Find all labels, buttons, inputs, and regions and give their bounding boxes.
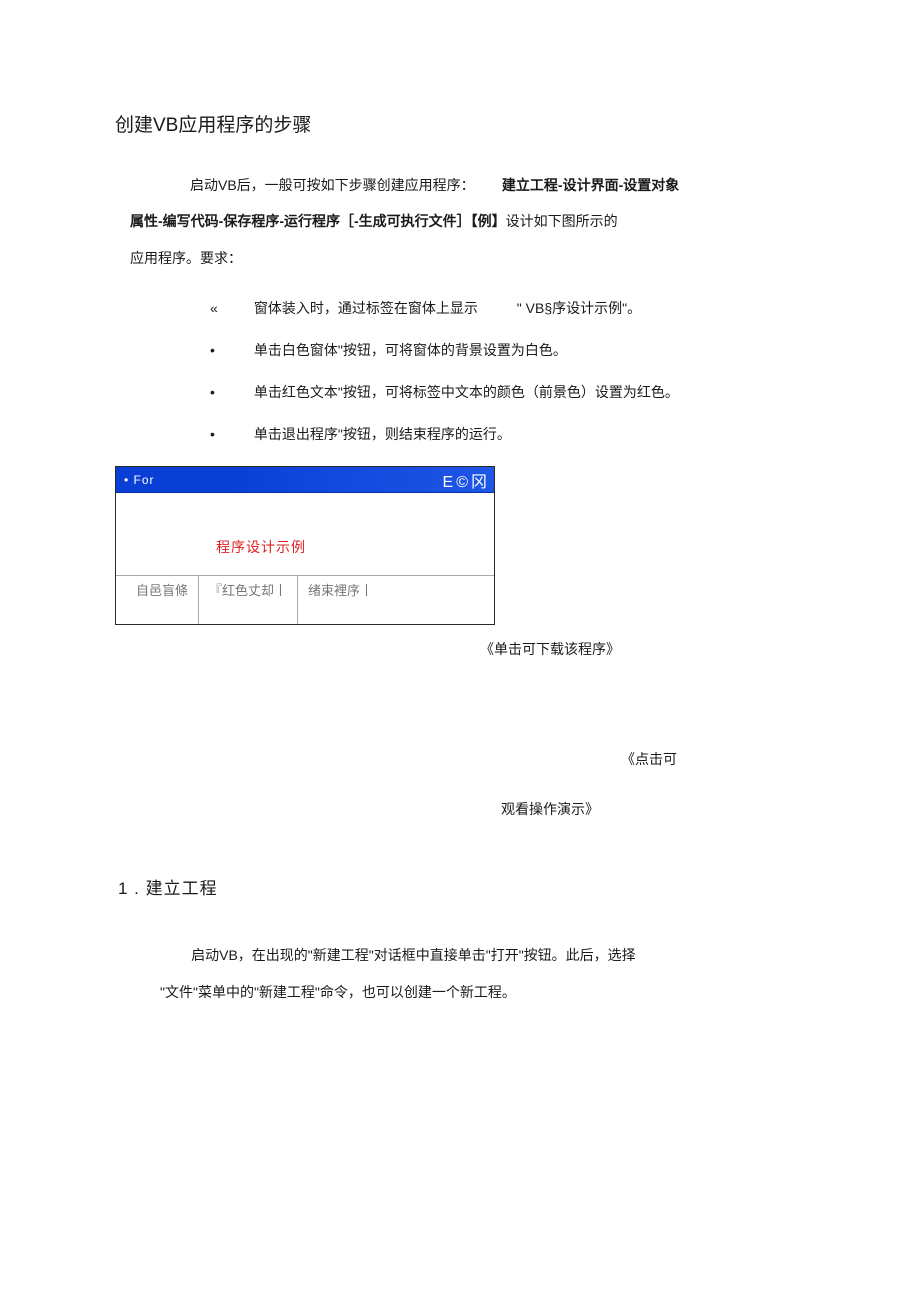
- app-window: • For E©冈 程序设计示例 自邑盲條 『红色丈却丨 绪束裡序丨: [115, 466, 495, 625]
- intro-text-2a: 属性-编写代码-保存程序-运行程序［-生成可执行文件］【例】: [130, 213, 506, 229]
- bullet-text-1b: " VB§序设计示例"。: [517, 300, 641, 316]
- window-label: 程序设计示例: [216, 537, 306, 557]
- bullet-item-2: • 单击白色窗体"按钮，可将窗体的背景设置为白色。: [115, 340, 805, 360]
- demo-link-line1[interactable]: 《点击可: [115, 749, 805, 769]
- download-link[interactable]: 《单击可下载该程序》: [115, 639, 805, 659]
- red-text-button[interactable]: 『红色丈却丨: [199, 576, 298, 624]
- exit-button[interactable]: 绪束裡序丨: [298, 576, 383, 624]
- bullet-mark: «: [210, 300, 250, 316]
- intro-text-1b: 建立工程-设计界面-设置对象: [502, 177, 679, 193]
- intro-paragraph: 启动VB后，一般可按如下步骤创建应用程序： 建立工程-设计界面-设置对象 属性-…: [115, 167, 805, 276]
- window-client-area: 程序设计示例: [116, 493, 494, 575]
- bullet-text-4: 单击退出程序"按钮，则结束程序的运行。: [254, 426, 511, 442]
- bullet-mark: •: [210, 384, 250, 400]
- window-titlebar: • For E©冈: [116, 467, 494, 493]
- bullet-item-1: « 窗体装入时，通过标签在窗体上显示 " VB§序设计示例"。: [115, 298, 805, 318]
- bullet-mark: •: [210, 426, 250, 442]
- bullet-list: « 窗体装入时，通过标签在窗体上显示 " VB§序设计示例"。 • 单击白色窗体…: [115, 298, 805, 444]
- intro-text-1a: 启动VB后，一般可按如下步骤创建应用程序：: [190, 177, 475, 193]
- demo-link-line2[interactable]: 观看操作演示》: [115, 799, 805, 819]
- bullet-text-3: 单击红色文本"按钮，可将标签中文本的颜色（前景色）设置为红色。: [254, 384, 679, 400]
- window-button-row: 自邑盲條 『红色丈却丨 绪束裡序丨: [116, 575, 494, 624]
- document-page: 创建VB应用程序的步骤 启动VB后，一般可按如下步骤创建应用程序： 建立工程-设…: [0, 0, 920, 1090]
- window-title-text: • For: [124, 473, 443, 487]
- bullet-item-3: • 单击红色文本"按钮，可将标签中文本的颜色（前景色）设置为红色。: [115, 382, 805, 402]
- page-title: 创建VB应用程序的步骤: [115, 110, 805, 137]
- bullet-text-1a: 窗体装入时，通过标签在窗体上显示: [254, 300, 478, 316]
- bullet-text-2: 单击白色窗体"按钮，可将窗体的背景设置为白色。: [254, 342, 567, 358]
- bullet-mark: •: [210, 342, 250, 358]
- section-1-line1: 启动VB，在出现的"新建工程"对话框中直接单击"打开"按钮。此后，选择: [191, 947, 636, 963]
- section-1-line2: "文件"菜单中的"新建工程"命令，也可以创建一个新工程。: [160, 984, 516, 1000]
- bullet-item-4: • 单击退出程序"按钮，则结束程序的运行。: [115, 424, 805, 444]
- section-1-paragraph: 启动VB，在出现的"新建工程"对话框中直接单击"打开"按钮。此后，选择 "文件"…: [115, 937, 805, 1010]
- intro-text-3: 应用程序。要求：: [130, 250, 242, 266]
- window-control-icons[interactable]: E©冈: [443, 468, 490, 492]
- intro-text-2b: 设计如下图所示的: [506, 213, 618, 229]
- white-form-button[interactable]: 自邑盲條: [126, 576, 199, 624]
- section-heading-1: 1 . 建立工程: [115, 874, 805, 899]
